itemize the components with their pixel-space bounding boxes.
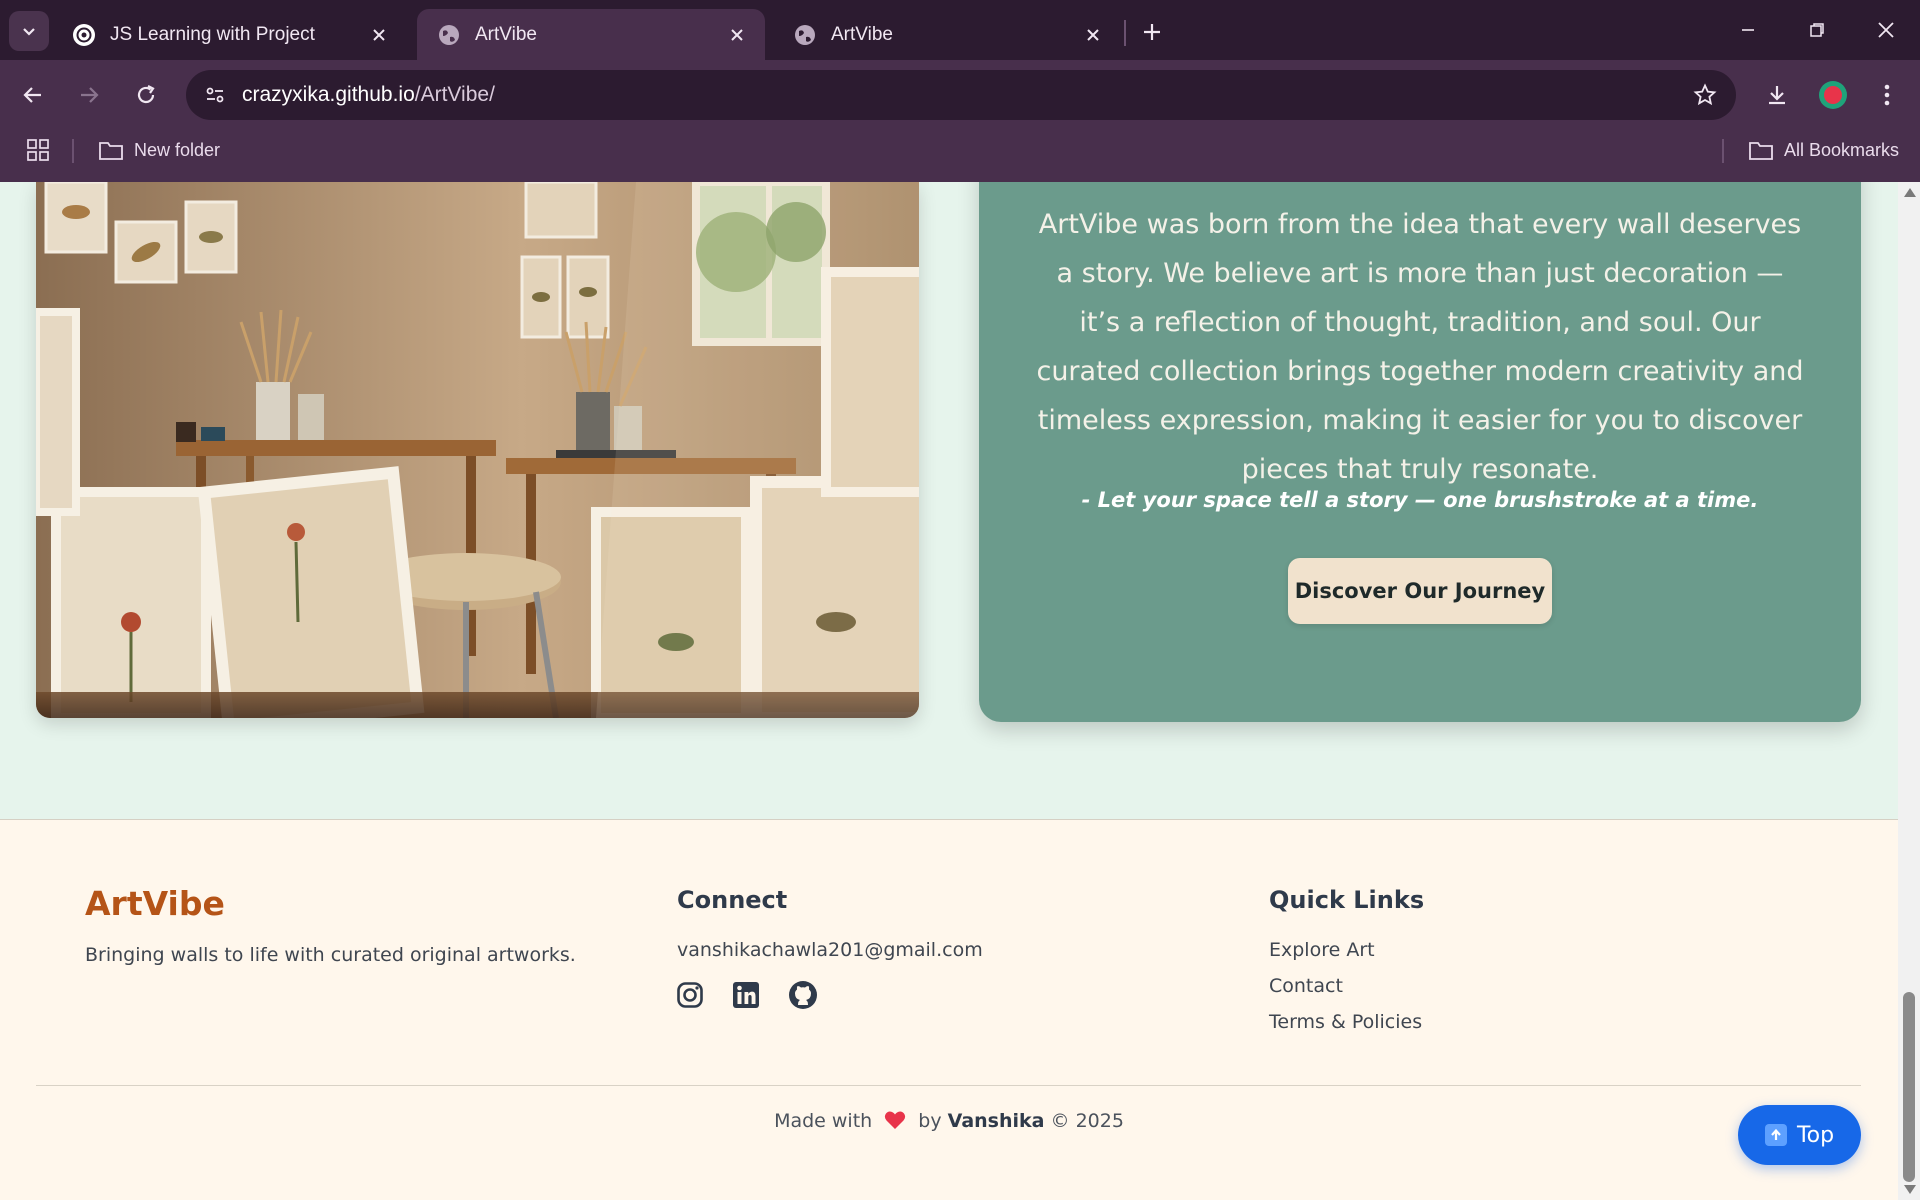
profile-button[interactable] [1812,74,1854,116]
tab-search-button[interactable] [9,11,49,51]
download-icon [1769,86,1785,105]
apps-grid-icon[interactable] [24,136,52,164]
footer-tagline: Bringing walls to life with curated orig… [85,944,576,966]
bookmark-separator [1722,139,1724,163]
folder-icon [1749,142,1773,160]
bookmark-label: New folder [134,139,221,160]
close-tab-icon[interactable] [367,23,391,47]
footer-link-explore-art[interactable]: Explore Art [1269,939,1375,961]
discover-journey-button[interactable]: Discover Our Journey [1288,558,1552,624]
tab-title: JS Learning with Project [110,23,315,45]
by-text: by [918,1110,942,1132]
author-name: Vanshika [947,1110,1045,1132]
globe-icon [437,23,461,47]
tab-title: ArtVibe [475,23,537,45]
globe-icon [793,23,817,47]
tab-title: ArtVibe [831,23,893,45]
tab-js-learning[interactable]: JS Learning with Project [52,9,407,60]
page-scrollbar[interactable] [1898,182,1920,1200]
about-quote: - Let your space tell a story — one brus… [1081,488,1759,512]
about-card: ArtVibe was born from the idea that ever… [979,182,1861,722]
bookmark-new-folder[interactable]: New folder [98,136,220,164]
reload-button[interactable] [125,74,167,116]
footer-link-contact[interactable]: Contact [1269,975,1343,997]
tab-separator [1124,20,1126,46]
scrollbar-thumb[interactable] [1903,992,1915,1182]
scroll-down-arrow-icon[interactable] [1904,1185,1916,1194]
footer-divider [36,1085,1861,1086]
restore-button[interactable] [1789,8,1845,52]
made-with-text: Made with [774,1110,873,1132]
arrow-right-icon [81,87,99,103]
arrow-up-icon [1764,1124,1787,1146]
address-bar[interactable]: crazyxika.github.io/ArtVibe/ [186,70,1736,120]
scroll-up-arrow-icon[interactable] [1904,188,1916,197]
close-window-button[interactable] [1858,8,1914,52]
minimize-button[interactable] [1720,8,1776,52]
about-description: ArtVibe was born from the idea that ever… [1036,209,1804,485]
instagram-icon[interactable] [675,980,705,1010]
url-host: crazyxika.github.io [242,83,415,106]
bookmark-separator [72,139,74,163]
chevron-down-icon [23,28,35,36]
copyright-text: © 2025 [1050,1110,1124,1132]
menu-button[interactable] [1866,74,1908,116]
folder-icon [99,142,123,160]
tab-artvibe[interactable]: ArtVibe [773,9,1121,60]
downloads-button[interactable] [1756,74,1798,116]
footer-brand: ArtVibe [85,884,225,923]
avatar [1819,81,1847,109]
back-to-top-button[interactable]: Top [1738,1105,1861,1165]
more-vertical-icon [1884,84,1890,106]
arrow-left-icon [23,87,41,103]
close-icon [1878,22,1894,38]
quick-links-heading: Quick Links [1269,886,1425,914]
restore-icon [1810,23,1824,37]
bookmark-label: All Bookmarks [1784,139,1900,160]
studio-artwork-image [36,182,919,718]
minimize-icon [1742,29,1754,31]
close-tab-icon[interactable] [725,23,749,47]
github-icon[interactable] [788,980,818,1010]
forward-button[interactable] [68,74,110,116]
url-path: /ArtVibe/ [414,83,495,106]
contact-email-link[interactable]: vanshikachawla201@gmail.com [677,939,983,961]
footer-credits: Made with by Vanshika © 2025 [0,1110,1898,1135]
all-bookmarks-button[interactable]: All Bookmarks [1748,136,1899,164]
linkedin-icon[interactable] [731,980,761,1010]
tab-artvibe-active[interactable]: ArtVibe [417,9,765,60]
site-info-icon[interactable] [200,80,230,110]
openai-icon [72,23,96,47]
browser-chrome: JS Learning with Project ArtVibe ArtVibe [0,0,1920,182]
connect-heading: Connect [677,886,788,914]
back-button[interactable] [12,74,54,116]
url-text[interactable]: crazyxika.github.io/ArtVibe/ [242,83,495,107]
top-button-label: Top [1796,1122,1835,1148]
plus-icon [1144,24,1160,40]
page-viewport: ArtVibe was born from the idea that ever… [0,182,1898,1200]
reload-icon [137,85,155,104]
new-tab-button[interactable] [1134,14,1170,50]
footer-link-terms[interactable]: Terms & Policies [1269,1011,1422,1033]
heart-icon [884,1110,906,1135]
bookmark-star-icon[interactable] [1690,80,1720,110]
close-tab-icon[interactable] [1081,23,1105,47]
site-footer: ArtVibe Bringing walls to life with cura… [0,819,1898,1200]
